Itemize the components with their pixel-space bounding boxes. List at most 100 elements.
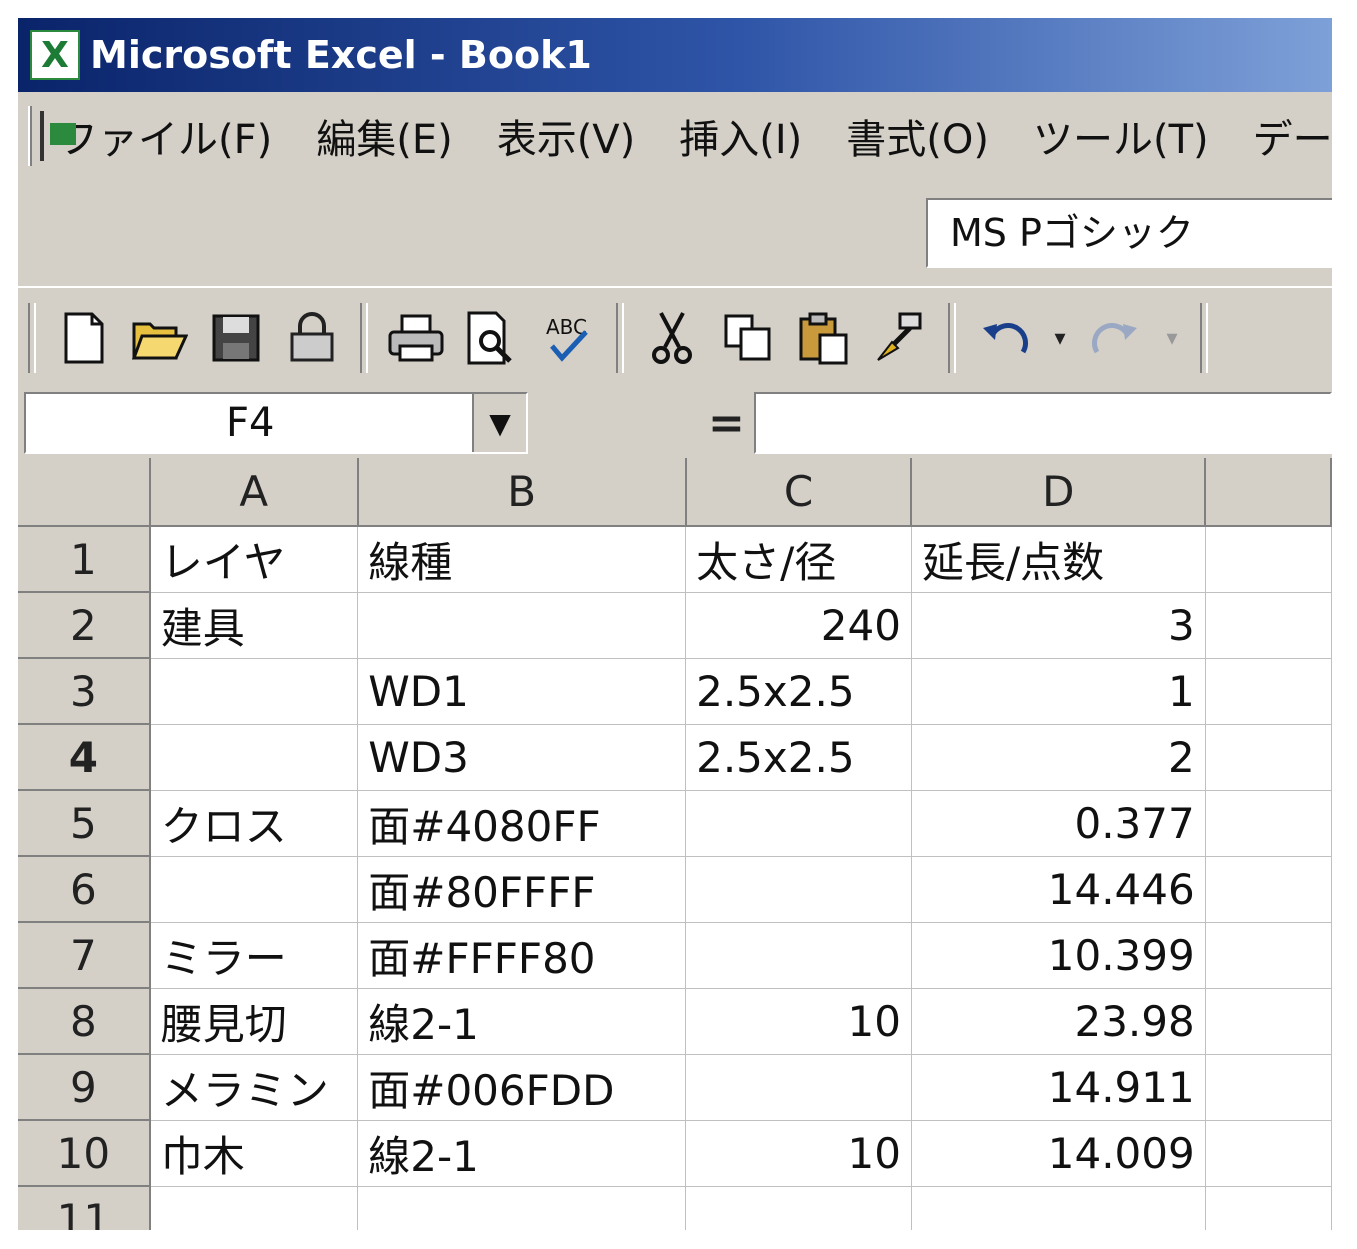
permission-icon[interactable] <box>282 308 342 368</box>
cell-e1[interactable] <box>1205 526 1332 593</box>
chevron-down-icon[interactable]: ▼ <box>472 394 526 452</box>
redo-dropdown-icon[interactable]: ▾ <box>1162 308 1182 368</box>
cell-b8[interactable]: 線2-1 <box>357 988 687 1055</box>
row-header[interactable]: 5 <box>18 790 151 857</box>
row-header[interactable]: 6 <box>18 856 151 923</box>
menu-edit[interactable]: 編集(E) <box>316 107 452 165</box>
menu-file[interactable]: ファイル(F) <box>58 107 272 165</box>
excel-icon[interactable]: X <box>30 30 80 80</box>
cell-e9[interactable] <box>1205 1054 1332 1121</box>
cell-a10[interactable]: 巾木 <box>149 1120 359 1187</box>
cell-c7[interactable] <box>685 922 912 989</box>
cell-c10[interactable]: 10 <box>685 1120 912 1187</box>
cell-a5[interactable]: クロス <box>149 790 359 857</box>
cell-b11[interactable] <box>357 1186 687 1230</box>
cell-d4[interactable]: 2 <box>911 724 1206 791</box>
cell-a11[interactable] <box>149 1186 359 1230</box>
row-header[interactable]: 3 <box>18 658 151 725</box>
cell-c2[interactable]: 240 <box>685 592 912 659</box>
paste-icon[interactable] <box>794 308 854 368</box>
cell-d3[interactable]: 1 <box>911 658 1206 725</box>
row-header[interactable]: 4 <box>18 724 151 791</box>
cell-e8[interactable] <box>1205 988 1332 1055</box>
cell-a1[interactable]: レイヤ <box>149 526 359 593</box>
cell-a2[interactable]: 建具 <box>149 592 359 659</box>
menu-format[interactable]: 書式(O) <box>846 107 989 165</box>
cell-a6[interactable] <box>149 856 359 923</box>
menu-data[interactable]: デー <box>1253 107 1332 165</box>
column-header-c[interactable]: C <box>685 458 913 527</box>
select-all-corner[interactable] <box>18 458 151 527</box>
cell-b9[interactable]: 面#006FDD <box>357 1054 687 1121</box>
column-header-a[interactable]: A <box>149 458 359 527</box>
cell-d6[interactable]: 14.446 <box>911 856 1206 923</box>
name-box[interactable]: F4 ▼ <box>24 392 528 454</box>
cell-e2[interactable] <box>1205 592 1332 659</box>
equals-button[interactable]: = <box>708 398 745 449</box>
cell-e3[interactable] <box>1205 658 1332 725</box>
row-header[interactable]: 7 <box>18 922 151 989</box>
menu-view[interactable]: 表示(V) <box>497 107 636 165</box>
undo-icon[interactable] <box>974 308 1034 368</box>
column-header-b[interactable]: B <box>357 458 687 527</box>
cell-c9[interactable] <box>685 1054 912 1121</box>
cell-b2[interactable] <box>357 592 687 659</box>
cell-e5[interactable] <box>1205 790 1332 857</box>
format-painter-icon[interactable] <box>870 308 930 368</box>
cell-c8[interactable]: 10 <box>685 988 912 1055</box>
row-header[interactable]: 11 <box>18 1186 151 1230</box>
cell-e7[interactable] <box>1205 922 1332 989</box>
cut-icon[interactable] <box>642 308 702 368</box>
cell-a4[interactable] <box>149 724 359 791</box>
cell-e6[interactable] <box>1205 856 1332 923</box>
open-icon[interactable] <box>130 308 190 368</box>
cell-d5[interactable]: 0.377 <box>911 790 1206 857</box>
cell-b3[interactable]: WD1 <box>357 658 687 725</box>
cell-d1[interactable]: 延長/点数 <box>911 526 1206 593</box>
cell-e10[interactable] <box>1205 1120 1332 1187</box>
print-icon[interactable] <box>386 308 446 368</box>
font-name-box[interactable]: MS Pゴシック <box>926 198 1332 268</box>
row-header[interactable]: 1 <box>18 526 151 593</box>
cell-d10[interactable]: 14.009 <box>911 1120 1206 1187</box>
toolbar-grip[interactable] <box>28 303 36 373</box>
cell-d2[interactable]: 3 <box>911 592 1206 659</box>
spelling-icon[interactable]: ABC <box>538 308 598 368</box>
column-header-e[interactable] <box>1205 458 1332 527</box>
cell-d7[interactable]: 10.399 <box>911 922 1206 989</box>
cell-a8[interactable]: 腰見切 <box>149 988 359 1055</box>
cell-d11[interactable] <box>911 1186 1206 1230</box>
toolbar-grip[interactable] <box>28 106 32 166</box>
cell-b5[interactable]: 面#4080FF <box>357 790 687 857</box>
cell-c4[interactable]: 2.5x2.5 <box>685 724 912 791</box>
cell-a7[interactable]: ミラー <box>149 922 359 989</box>
cell-c11[interactable] <box>685 1186 912 1230</box>
cell-c1[interactable]: 太さ/径 <box>685 526 912 593</box>
cell-d9[interactable]: 14.911 <box>911 1054 1206 1121</box>
save-icon[interactable] <box>206 308 266 368</box>
cell-c3[interactable]: 2.5x2.5 <box>685 658 912 725</box>
redo-icon[interactable] <box>1086 308 1146 368</box>
menu-tools[interactable]: ツール(T) <box>1033 107 1209 165</box>
cell-a3[interactable] <box>149 658 359 725</box>
menu-insert[interactable]: 挿入(I) <box>679 107 802 165</box>
cell-c5[interactable] <box>685 790 912 857</box>
cell-b7[interactable]: 面#FFFF80 <box>357 922 687 989</box>
column-header-d[interactable]: D <box>911 458 1207 527</box>
cell-d8[interactable]: 23.98 <box>911 988 1206 1055</box>
cell-b6[interactable]: 面#80FFFF <box>357 856 687 923</box>
cell-c6[interactable] <box>685 856 912 923</box>
formula-input[interactable] <box>754 392 1332 454</box>
row-header[interactable]: 10 <box>18 1120 151 1187</box>
cell-e11[interactable] <box>1205 1186 1332 1230</box>
cell-b1[interactable]: 線種 <box>357 526 687 593</box>
cell-b10[interactable]: 線2-1 <box>357 1120 687 1187</box>
copy-icon[interactable] <box>718 308 778 368</box>
new-icon[interactable] <box>54 308 114 368</box>
cell-e4[interactable] <box>1205 724 1332 791</box>
workbook-icon[interactable] <box>40 111 76 161</box>
print-preview-icon[interactable] <box>462 308 522 368</box>
cell-a9[interactable]: メラミン <box>149 1054 359 1121</box>
row-header[interactable]: 8 <box>18 988 151 1055</box>
undo-dropdown-icon[interactable]: ▾ <box>1050 308 1070 368</box>
